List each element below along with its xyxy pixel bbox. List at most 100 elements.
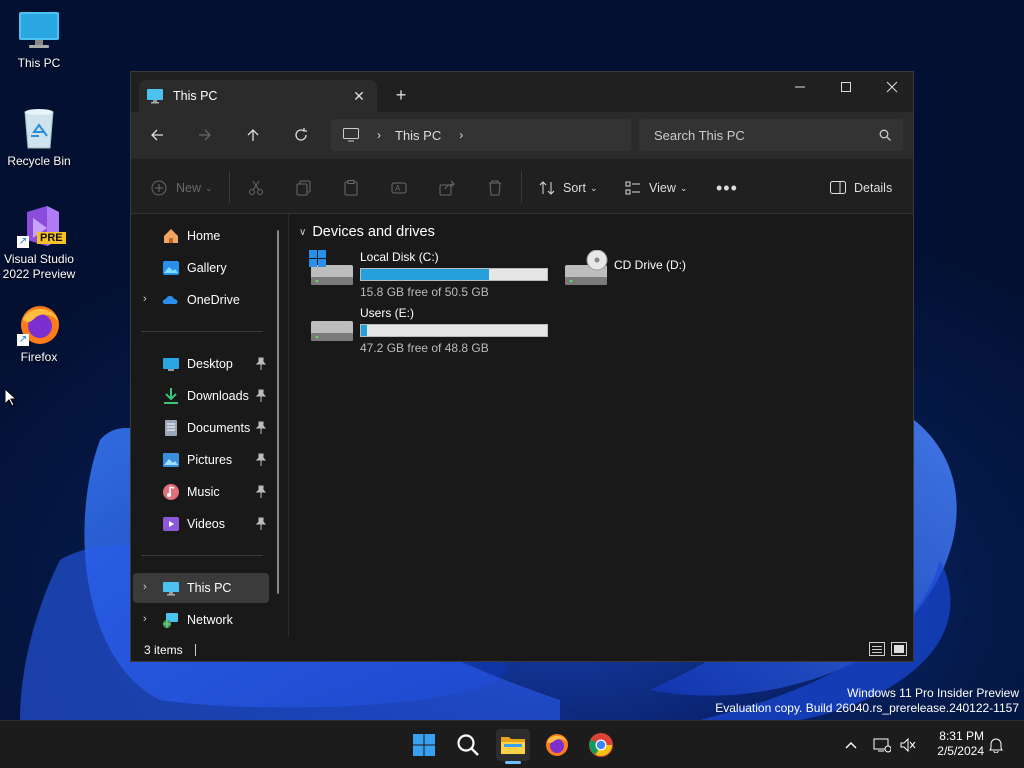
new-button[interactable]: New ⌄ <box>151 177 213 199</box>
pin-icon <box>255 357 267 370</box>
sidebar-item-label: Music <box>187 485 220 499</box>
pin-icon <box>255 485 267 498</box>
downloads-icon <box>162 387 180 405</box>
chevron-right-icon[interactable]: › <box>143 613 147 625</box>
tab-this-pc[interactable]: This PC ✕ <box>139 80 377 112</box>
search-box[interactable]: Search This PC <box>639 119 903 151</box>
drive-item-d[interactable]: CD Drive (D:) <box>563 249 686 290</box>
drive-free-space: 47.2 GB free of 48.8 GB <box>360 341 489 355</box>
copy-button[interactable] <box>296 177 312 199</box>
sidebar-item-pictures[interactable]: Pictures <box>133 445 269 475</box>
refresh-button[interactable] <box>288 124 314 146</box>
cd-drive-icon <box>563 249 609 290</box>
delete-button[interactable] <box>487 177 503 199</box>
chevron-down-icon: ⌄ <box>589 182 598 193</box>
minimize-button[interactable] <box>777 72 823 102</box>
sidebar-item-videos[interactable]: Videos <box>133 509 269 539</box>
pin-icon <box>255 389 267 402</box>
desktop-icon-this-pc[interactable]: This PC <box>0 8 78 70</box>
sidebar-item-label: This PC <box>187 581 232 595</box>
copy-icon <box>296 180 311 196</box>
drive-usage-bar <box>360 324 548 337</box>
forward-button[interactable] <box>192 124 218 146</box>
desktop-icon-recycle-bin[interactable]: Recycle Bin <box>0 106 78 168</box>
share-icon <box>439 180 455 196</box>
chevron-right-icon[interactable]: › <box>143 581 147 593</box>
cut-button[interactable] <box>248 177 264 199</box>
new-label: New <box>176 181 202 195</box>
chevron-up-icon <box>845 742 857 749</box>
shortcut-arrow-icon: ↗ <box>17 236 29 248</box>
drive-item-c[interactable]: Local Disk (C:) 15.8 GB free of 50.5 GB <box>309 250 548 299</box>
firefox-icon: ↗ <box>17 302 61 346</box>
taskbar-search-button[interactable] <box>452 729 484 761</box>
chevron-right-icon[interactable]: › <box>143 293 147 305</box>
details-view-toggle[interactable] <box>869 642 885 656</box>
taskbar-file-explorer[interactable] <box>496 729 530 764</box>
view-button[interactable]: View ⌄ <box>625 177 687 199</box>
drive-item-e[interactable]: Users (E:) 47.2 GB free of 48.8 GB <box>309 306 548 355</box>
sidebar-item-desktop[interactable]: Desktop <box>133 349 269 379</box>
sidebar-item-network[interactable]: › Network <box>133 605 269 635</box>
close-window-button[interactable] <box>869 72 913 102</box>
taskbar-firefox[interactable] <box>541 729 573 761</box>
sidebar-item-label: Network <box>187 613 233 627</box>
onedrive-icon <box>162 291 180 309</box>
network-status-button[interactable] <box>868 729 896 761</box>
new-tab-button[interactable]: + <box>389 83 413 107</box>
sort-button[interactable]: Sort ⌄ <box>539 177 597 199</box>
more-options-button[interactable]: ••• <box>716 177 738 199</box>
clock-date: 2/5/2024 <box>937 744 984 758</box>
group-header-devices[interactable]: ∨ Devices and drives <box>299 224 435 240</box>
sidebar-item-this-pc[interactable]: › This PC <box>133 573 269 603</box>
sidebar-item-onedrive[interactable]: › OneDrive <box>133 285 269 315</box>
notifications-button[interactable] <box>982 729 1010 761</box>
ellipsis-icon: ••• <box>716 177 738 198</box>
volume-button[interactable] <box>894 729 922 761</box>
maximize-button[interactable] <box>823 72 869 102</box>
item-count: 3 items <box>144 642 183 657</box>
start-button[interactable] <box>408 729 440 761</box>
address-bar[interactable]: › This PC › <box>331 119 631 151</box>
sidebar-scrollbar[interactable] <box>277 230 279 594</box>
breadcrumb-this-pc[interactable]: This PC <box>395 128 441 143</box>
title-bar: This PC ✕ + <box>131 72 913 112</box>
sidebar-item-label: Downloads <box>187 389 249 403</box>
rename-button[interactable]: A <box>391 177 407 199</box>
sidebar-item-gallery[interactable]: Gallery <box>133 253 269 283</box>
status-bar: 3 items <box>131 636 913 661</box>
back-button[interactable] <box>144 124 170 146</box>
content-area: ∨ Devices and drives Local Disk (C:) 15.… <box>289 214 913 636</box>
navigation-bar: › This PC › Search This PC <box>131 112 913 158</box>
up-button[interactable] <box>240 124 266 146</box>
desktop-icon-firefox[interactable]: ↗ Firefox <box>0 302 78 364</box>
desktop-icon-label: Visual Studio 2022 Preview <box>2 252 76 281</box>
sidebar-item-music[interactable]: Music <box>133 477 269 507</box>
sidebar-item-label: Videos <box>187 517 225 531</box>
sidebar-item-downloads[interactable]: Downloads <box>133 381 269 411</box>
chevron-right-icon[interactable]: › <box>459 128 463 142</box>
view-label: View <box>649 181 676 195</box>
sidebar-item-documents[interactable]: Documents <box>133 413 269 443</box>
large-icons-view-toggle[interactable] <box>891 642 907 656</box>
pin-icon <box>255 421 267 434</box>
close-tab-icon[interactable]: ✕ <box>349 86 369 106</box>
watermark-line: Evaluation copy. Build 26040.rs_prerelea… <box>715 701 1019 715</box>
volume-muted-icon <box>900 737 916 753</box>
clock[interactable]: 8:31 PM 2/5/2024 <box>922 729 984 759</box>
music-icon <box>162 483 180 501</box>
monitor-outline-icon <box>343 128 359 142</box>
clock-time: 8:31 PM <box>939 729 984 743</box>
search-icon <box>879 129 891 141</box>
taskbar-chrome[interactable] <box>585 729 617 761</box>
show-hidden-icons-button[interactable] <box>836 729 866 761</box>
scissors-icon <box>249 180 263 195</box>
drive-free-space: 15.8 GB free of 50.5 GB <box>360 285 489 299</box>
desktop-icon-visual-studio[interactable]: PRE ↗ Visual Studio 2022 Preview <box>0 204 78 282</box>
share-button[interactable] <box>439 177 455 199</box>
sidebar-item-home[interactable]: Home <box>133 221 269 251</box>
drive-name: CD Drive (D:) <box>614 258 686 272</box>
chevron-right-icon[interactable]: › <box>377 128 381 142</box>
paste-button[interactable] <box>343 177 359 199</box>
details-button[interactable]: Details <box>830 177 892 199</box>
